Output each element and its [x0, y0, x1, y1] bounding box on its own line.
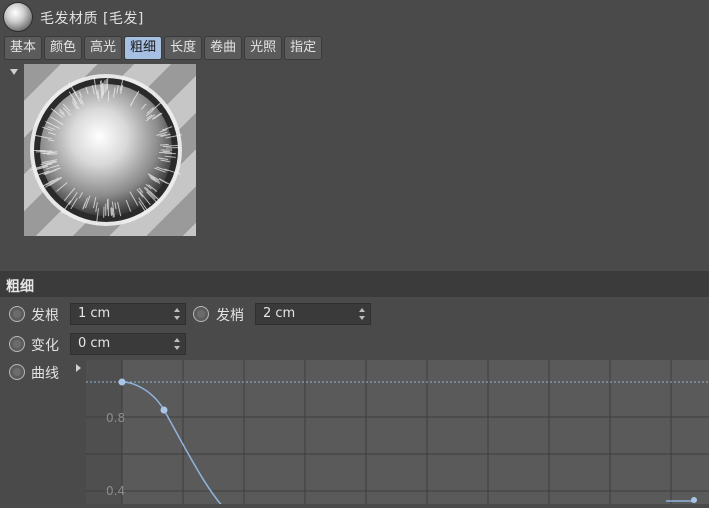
section-header-bar — [0, 271, 709, 297]
variation-label: 变化 — [31, 335, 59, 355]
tab-thickness[interactable]: 粗细 — [124, 36, 162, 60]
tip-thickness-value: 2 cm — [263, 306, 295, 321]
material-preview[interactable] — [24, 64, 196, 236]
tab-specular[interactable]: 高光 — [84, 36, 122, 60]
tab-assign[interactable]: 指定 — [284, 36, 322, 60]
curve-animate-radio[interactable] — [9, 364, 25, 380]
material-title: 毛发材质 [毛发] — [40, 8, 144, 28]
hair-strand — [41, 153, 55, 154]
root-thickness-value: 1 cm — [78, 306, 110, 321]
variation-stepper-icon[interactable] — [174, 338, 182, 350]
root-thickness-input[interactable]: 1 cm — [70, 303, 186, 325]
preview-collapse-icon[interactable] — [10, 69, 18, 75]
tick-label: 0.8 — [106, 411, 125, 425]
root-label: 发根 — [31, 305, 59, 325]
tip-stepper-icon[interactable] — [359, 308, 367, 320]
curve-control-point[interactable] — [691, 497, 697, 503]
tip-thickness-input[interactable]: 2 cm — [255, 303, 371, 325]
material-sphere-icon — [4, 3, 32, 31]
tab-color[interactable]: 颜色 — [44, 36, 82, 60]
curve-editor[interactable]: 0.8 0.4 — [86, 360, 709, 504]
curve-label: 曲线 — [31, 363, 59, 383]
tip-animate-radio[interactable] — [193, 306, 209, 322]
section-title: 粗细 — [6, 276, 34, 296]
thickness-curve-graph[interactable]: 0.8 0.4 — [86, 360, 709, 504]
tab-bar: 基本 颜色 高光 粗细 长度 卷曲 光照 指定 — [4, 36, 322, 60]
variation-animate-radio[interactable] — [9, 336, 25, 352]
variation-input[interactable]: 0 cm — [70, 333, 186, 355]
variation-value: 0 cm — [78, 336, 110, 351]
tab-basic[interactable]: 基本 — [4, 36, 42, 60]
tip-label: 发梢 — [216, 305, 244, 325]
hair-sphere-preview-image — [24, 64, 196, 236]
tab-curl[interactable]: 卷曲 — [204, 36, 242, 60]
tab-length[interactable]: 长度 — [164, 36, 202, 60]
tab-illumination[interactable]: 光照 — [244, 36, 282, 60]
tick-label: 0.4 — [106, 484, 125, 498]
hair-strand — [111, 208, 112, 216]
hair-strand — [103, 82, 104, 94]
hair-strand — [165, 153, 176, 154]
curve-control-point[interactable] — [119, 379, 126, 386]
curve-control-point[interactable] — [161, 407, 168, 414]
root-animate-radio[interactable] — [9, 306, 25, 322]
curve-expand-icon[interactable] — [76, 364, 81, 372]
root-stepper-icon[interactable] — [174, 308, 182, 320]
